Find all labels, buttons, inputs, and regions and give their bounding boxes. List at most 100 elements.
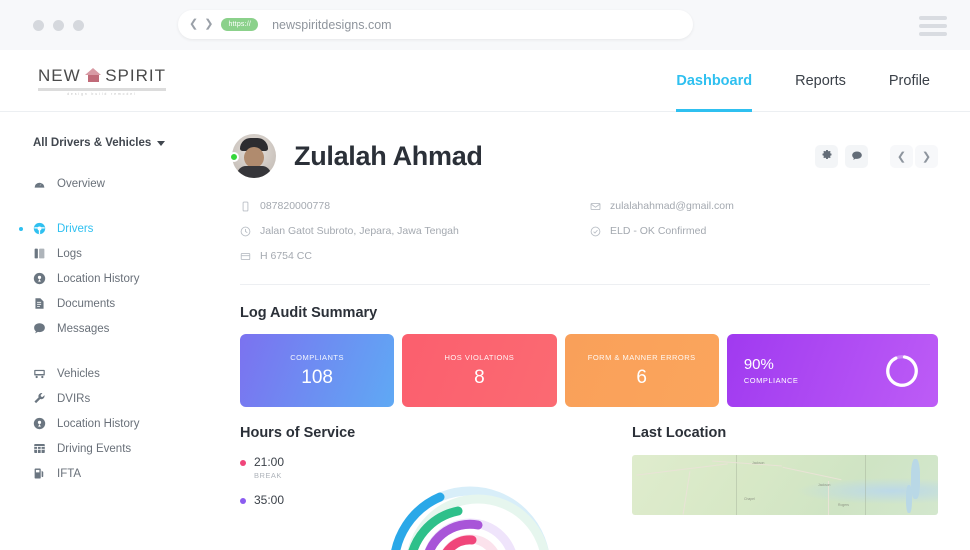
last-location-title: Last Location (632, 425, 727, 441)
window-maximize-dot[interactable] (73, 19, 84, 31)
card-hos-violations[interactable]: HOS VIOLATIONS 8 (402, 334, 557, 407)
sidebar-item-drivers[interactable]: Drivers (0, 216, 218, 241)
sidebar-item-driving-events[interactable]: Driving Events (0, 436, 218, 461)
document-icon (33, 297, 46, 310)
card-compliance[interactable]: 90% COMPLIANCE (726, 334, 939, 407)
profile-details: 087820000778 Jalan Gatot Subroto, Jepara… (232, 200, 938, 275)
sidebar-item-ifta[interactable]: IFTA (0, 461, 218, 486)
card-value: 108 (301, 366, 333, 388)
legend-sublabel: BREAK (254, 471, 282, 480)
hamburger-menu-icon[interactable] (919, 16, 947, 36)
gear-icon[interactable] (815, 144, 838, 168)
book-icon (33, 247, 46, 260)
card-value: 8 (474, 366, 485, 388)
chevron-down-icon[interactable] (157, 140, 166, 146)
detail-vehicle: H 6754 CC (240, 250, 590, 262)
map-pin-icon (33, 272, 46, 285)
map-label: Jackson (752, 461, 765, 465)
gauge-icon (33, 177, 46, 190)
sidebar-item-overview[interactable]: Overview (0, 171, 218, 196)
check-circle-icon (590, 226, 601, 236)
filter-label: All Drivers & Vehicles (33, 137, 152, 149)
logo-tagline: design build remodel (67, 91, 137, 96)
legend-dot (240, 460, 246, 466)
window-close-dot[interactable] (33, 19, 44, 31)
map-label: Chapel (744, 497, 755, 501)
nav-tab-profile[interactable]: Profile (889, 50, 930, 112)
legend-dot (240, 498, 246, 504)
sidebar-group-general: Overview (0, 171, 218, 196)
compliance-ring-chart (886, 354, 918, 387)
nav-tab-reports[interactable]: Reports (795, 50, 846, 112)
sidebar-item-messages[interactable]: Messages (0, 316, 218, 341)
map-label: Jackson (818, 483, 831, 487)
avatar[interactable] (229, 134, 276, 178)
card-label: HOS VIOLATIONS (444, 352, 515, 362)
compliance-label: COMPLIANCE (743, 376, 799, 385)
logo-rule (38, 87, 166, 91)
profile-header: Zulalah Ahmad ❮ ❯ (229, 134, 938, 178)
brand-logo[interactable]: NEW SPIRIT design build remodel (38, 66, 166, 96)
section-divider (240, 284, 930, 285)
sidebar-item-location-history-2[interactable]: Location History (0, 411, 218, 436)
hos-arc-chart (391, 486, 549, 550)
logo-text-right: SPIRIT (105, 65, 166, 85)
details-column-left: 087820000778 Jalan Gatot Subroto, Jepara… (240, 200, 590, 275)
sidebar-item-vehicles[interactable]: Vehicles (0, 361, 218, 386)
compliance-percent: 90% (743, 356, 774, 373)
page-layout: All Drivers & Vehicles Overview Drivers (0, 112, 970, 550)
driver-vehicle-filter[interactable]: All Drivers & Vehicles (33, 137, 218, 149)
steering-wheel-icon (33, 222, 46, 235)
sidebar-item-documents[interactable]: Documents (0, 291, 218, 316)
address-bar[interactable]: ❮ ❯ https:// newspiritdesigns.com (178, 10, 693, 39)
legend-time: 21:00 (254, 455, 285, 469)
window-minimize-dot[interactable] (53, 19, 64, 31)
window-controls[interactable] (33, 19, 84, 31)
map-pin-icon (33, 417, 46, 430)
logo-text-left: NEW (38, 65, 81, 85)
sidebar-item-logs[interactable]: Logs (0, 241, 218, 266)
truck-icon (240, 252, 251, 260)
hours-of-service-title: Hours of Service (240, 425, 356, 441)
sidebar-item-location-history-1[interactable]: Location History (0, 266, 218, 291)
house-icon (84, 68, 103, 83)
hours-of-service-panel: Hours of Service 21:00 BREAK 35:00 (240, 425, 610, 550)
record-pager: ❮ ❯ (890, 144, 938, 168)
clock-icon (240, 226, 251, 236)
next-record-icon[interactable]: ❯ (915, 144, 938, 168)
sidebar-item-label: Driving Events (57, 442, 132, 455)
phone-icon (242, 201, 249, 211)
sidebar: All Drivers & Vehicles Overview Drivers (0, 112, 218, 550)
sidebar-item-label: Logs (57, 247, 82, 260)
last-location-panel: Last Location Jackson Jackson Chapel Rog… (632, 425, 938, 520)
url-text[interactable]: newspiritdesigns.com (272, 18, 392, 32)
profile-actions: ❮ ❯ (815, 144, 938, 168)
browser-nav-arrows[interactable]: ❮ ❯ (189, 19, 213, 30)
main-navigation: Dashboard Reports Profile (676, 50, 930, 112)
bottom-panels: Hours of Service 21:00 BREAK 35:00 Last … (232, 425, 938, 550)
grid-icon (33, 442, 46, 455)
nav-tab-dashboard[interactable]: Dashboard (676, 50, 752, 112)
detail-phone: 087820000778 (240, 200, 590, 212)
sidebar-item-label: Vehicles (57, 367, 100, 380)
audit-cards: COMPLIANTS 108 HOS VIOLATIONS 8 FORM & M… (232, 334, 939, 407)
prev-record-icon[interactable]: ❮ (890, 144, 913, 168)
card-value: 6 (636, 366, 647, 388)
forward-icon[interactable]: ❯ (204, 19, 213, 30)
detail-address: Jalan Gatot Subroto, Jepara, Jawa Tengah (240, 225, 590, 237)
card-label: FORM & MANNER ERRORS (587, 352, 696, 362)
sidebar-item-label: DVIRs (57, 392, 91, 405)
sidebar-item-dvirs[interactable]: DVIRs (0, 386, 218, 411)
sidebar-item-label: Documents (57, 297, 116, 310)
back-icon[interactable]: ❮ (189, 19, 198, 30)
card-form-manner-errors[interactable]: FORM & MANNER ERRORS 6 (564, 334, 719, 407)
card-label: COMPLIANTS (290, 352, 345, 362)
map-label: Rogers (838, 503, 849, 507)
card-compliants[interactable]: COMPLIANTS 108 (240, 334, 395, 407)
fuel-pump-icon (33, 467, 46, 480)
sidebar-item-label: Overview (57, 177, 105, 190)
chat-bubble-icon[interactable] (845, 144, 868, 168)
browser-chrome: ❮ ❯ https:// newspiritdesigns.com (0, 0, 970, 50)
sidebar-item-label: Location History (57, 272, 140, 285)
location-map[interactable]: Jackson Jackson Chapel Rogers (632, 455, 938, 515)
